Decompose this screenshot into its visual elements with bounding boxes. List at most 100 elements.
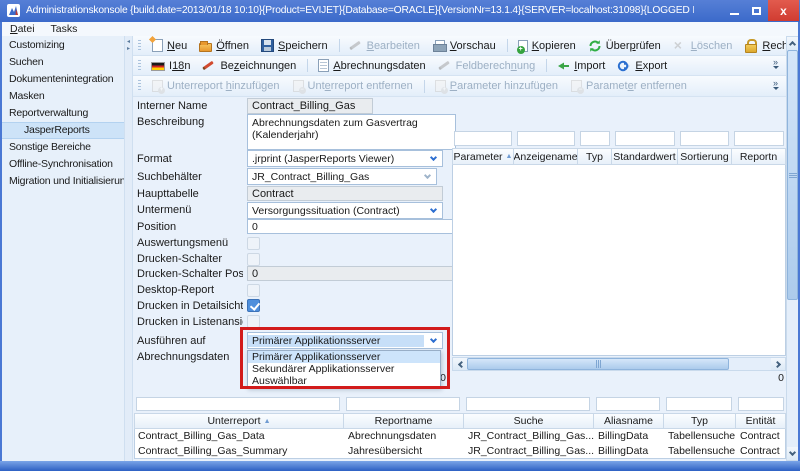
neu-button[interactable]: Neu — [147, 38, 193, 53]
ausfuehren-auf-combo[interactable]: Primärer Applikationsserver — [247, 332, 443, 349]
dropdown-option-auswaehlbar[interactable]: Auswählbar — [248, 375, 440, 387]
toolbar-grip[interactable] — [138, 60, 141, 72]
param-filter-reportname[interactable] — [734, 131, 784, 146]
close-icon: x — [780, 4, 787, 18]
parameter-hinzufuegen-button[interactable]: Parameter hinzufügen — [430, 79, 564, 93]
sidebar-item-reportverwaltung[interactable]: Reportverwaltung — [2, 105, 124, 122]
toolbar-overflow-button[interactable]: » — [769, 80, 782, 93]
kopieren-button[interactable]: Kopieren — [513, 39, 582, 53]
subreport-header-aliasname[interactable]: Aliasname — [594, 413, 664, 429]
param-record-count: 0 — [766, 372, 784, 384]
subreport-filter-reportname[interactable] — [346, 397, 460, 411]
position-input[interactable] — [247, 219, 456, 234]
subreport-header-entitaet[interactable]: Entität — [736, 413, 786, 429]
import-arrow-icon — [556, 59, 570, 73]
bezeichnungen-button[interactable]: Bezeichnungen — [198, 58, 302, 74]
toolbar-separator — [339, 39, 340, 52]
subreport-filter-typ[interactable] — [666, 397, 732, 411]
unterreport-hinzufuegen-button[interactable]: Unterreport hinzufügen — [147, 79, 286, 93]
sidebar-item-jasperreports[interactable]: JasperReports — [2, 122, 124, 139]
splitter-collapse-left-icon[interactable]: ◂ — [126, 40, 131, 45]
vorschau-button[interactable]: Vorschau — [428, 38, 502, 54]
subreport-filter-aliasname[interactable] — [596, 397, 660, 411]
subreport-header-typ[interactable]: Typ — [664, 413, 736, 429]
subreport-header-reportname[interactable]: Reportname — [344, 413, 464, 429]
format-combo[interactable]: .jrprint (JasperReports Viewer) — [247, 150, 443, 167]
ueberpruefen-button[interactable]: Überprüfen — [584, 38, 667, 54]
dropdown-option-sekundaer[interactable]: Sekundärer Applikationsserver — [248, 363, 440, 375]
feldberechnung-button[interactable]: Feldberechnung — [434, 58, 542, 74]
loeschen-button[interactable]: Löschen — [669, 38, 739, 54]
unterreport-entfernen-button[interactable]: Unterreport entfernen — [288, 79, 419, 93]
close-button[interactable]: x — [768, 0, 799, 21]
splitter-collapse-right-icon[interactable]: ▸ — [126, 47, 131, 52]
abrechnungsdaten-button[interactable]: Abrechnungsdaten — [313, 58, 431, 73]
param-header-sortierung[interactable]: Sortierung — [678, 148, 732, 165]
subreport-filter-unterreport[interactable] — [136, 397, 340, 411]
drucken-listenansicht-checkbox[interactable] — [247, 315, 260, 328]
sidebar-item-masken[interactable]: Masken — [2, 88, 124, 105]
subreport-filter-suche[interactable] — [466, 397, 590, 411]
param-header-anzeigename[interactable]: Anzeigename — [514, 148, 578, 165]
subreport-table-row[interactable]: Contract_Billing_Gas_Data Abrechnungsdat… — [134, 429, 786, 444]
sidebar-item-migration-initialisierung[interactable]: Migration und Initialisierung — [2, 173, 124, 190]
subreport-header-suche[interactable]: Suche — [464, 413, 594, 429]
desktop-report-checkbox[interactable] — [247, 284, 260, 297]
drucken-schalter-checkbox[interactable] — [247, 253, 260, 266]
parameter-entfernen-button[interactable]: Parameter entfernen — [566, 79, 693, 93]
scroll-right-button[interactable] — [771, 358, 785, 370]
param-header-reportname[interactable]: Reportn — [732, 148, 786, 165]
sidebar-item-suchen[interactable]: Suchen — [2, 54, 124, 71]
combo-dropdown-button[interactable] — [424, 203, 442, 218]
combo-dropdown-button[interactable] — [418, 169, 436, 184]
param-header-parameter[interactable]: Parameter▲ — [452, 148, 514, 165]
param-filter-typ[interactable] — [580, 131, 610, 146]
param-filter-standardwert[interactable] — [615, 131, 675, 146]
combo-dropdown-button[interactable] — [424, 333, 442, 348]
sidebar-item-offline-synchronisation[interactable]: Offline-Synchronisation — [2, 156, 124, 173]
combo-dropdown-button[interactable] — [424, 151, 442, 166]
param-header-standardwert[interactable]: Standardwert — [612, 148, 678, 165]
param-filter-parameter[interactable] — [454, 131, 512, 146]
auswertungsmenue-checkbox[interactable] — [247, 237, 260, 250]
sidebar-item-sonstige-bereiche[interactable]: Sonstige Bereiche — [2, 139, 124, 156]
toolbar-grip[interactable] — [138, 80, 141, 92]
toolbar-overflow-button[interactable]: » — [769, 59, 782, 72]
app-icon — [7, 4, 20, 17]
subreport-table-row[interactable]: Contract_Billing_Gas_Summary Jahresübers… — [134, 444, 786, 459]
dropdown-option-primaer[interactable]: Primärer Applikationsserver — [248, 351, 440, 363]
suchbehaelter-combo[interactable]: JR_Contract_Billing_Gas — [247, 168, 437, 185]
param-table-body[interactable] — [452, 165, 786, 356]
scroll-left-button[interactable] — [453, 358, 467, 370]
hscroll-thumb[interactable] — [467, 358, 729, 370]
scroll-up-button[interactable] — [787, 37, 798, 50]
minimize-button[interactable] — [724, 0, 744, 21]
scroll-down-button[interactable] — [787, 447, 798, 460]
toolbar-grip[interactable] — [138, 40, 141, 52]
param-filter-anzeigename[interactable] — [517, 131, 575, 146]
titlebar[interactable]: Administrationskonsole {build.date=2013/… — [0, 0, 800, 22]
subreport-filter-entitaet[interactable] — [738, 397, 784, 411]
param-hscrollbar[interactable] — [452, 357, 786, 371]
bearbeiten-button[interactable]: Bearbeiten — [345, 38, 426, 54]
cell-suche: JR_Contract_Billing_Gas... — [464, 429, 594, 444]
menu-tasks[interactable]: Tasks — [51, 23, 78, 35]
sidebar-splitter[interactable]: ◂ ▸ — [124, 36, 133, 461]
cell-reportname: Jahresübersicht — [344, 444, 464, 459]
sidebar-item-dokumentenintegration[interactable]: Dokumentenintegration — [2, 71, 124, 88]
maximize-button[interactable] — [746, 0, 766, 21]
drucken-detailsicht-checkbox[interactable] — [247, 299, 260, 312]
i18n-button[interactable]: I18n — [147, 59, 196, 73]
speichern-button[interactable]: Speichern — [257, 38, 334, 53]
param-header-typ[interactable]: Typ — [578, 148, 612, 165]
menu-datei[interactable]: Datei — [10, 23, 35, 35]
untermenue-combo[interactable]: Versorgungssituation (Contract) — [247, 202, 443, 219]
export-button[interactable]: Export — [613, 58, 673, 74]
sidebar-item-customizing[interactable]: Customizing — [2, 37, 124, 54]
param-filter-sortierung[interactable] — [680, 131, 729, 146]
vscroll-thumb[interactable] — [787, 50, 798, 300]
import-button[interactable]: Import — [552, 58, 611, 74]
oeffnen-button[interactable]: Öffnen — [195, 38, 255, 53]
subreport-header-unterreport[interactable]: Unterreport▲ — [134, 413, 344, 429]
beschreibung-textarea[interactable] — [247, 114, 456, 150]
